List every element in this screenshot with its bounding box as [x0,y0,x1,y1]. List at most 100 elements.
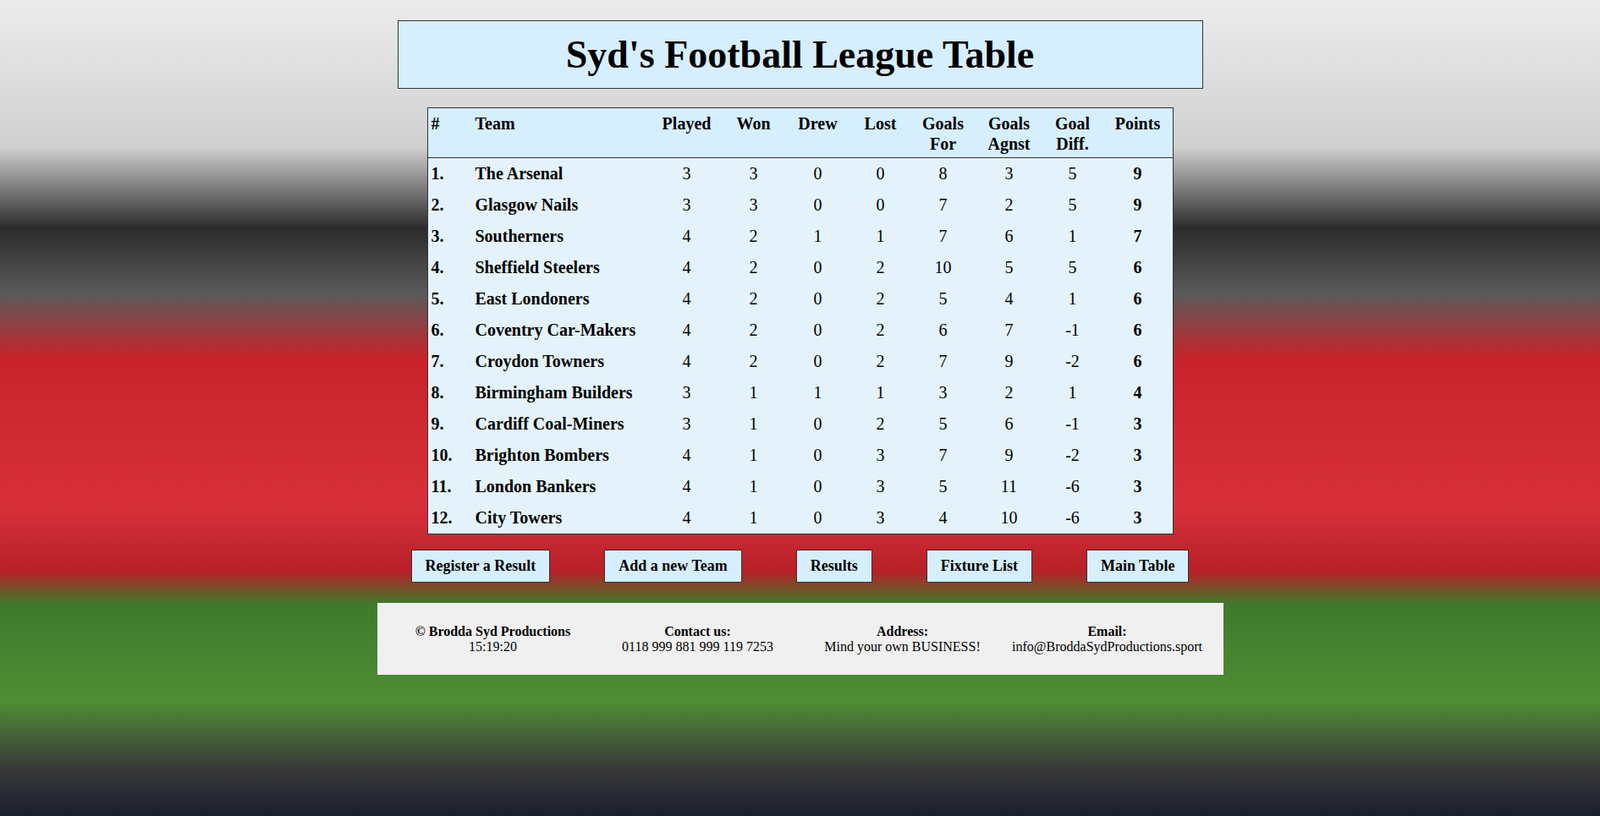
table-cell: 4 [651,220,723,253]
table-cell: 6. [427,314,473,347]
table-cell: Sheffield Steelers [472,252,652,284]
footer-value: 15:19:20 [468,639,517,655]
table-cell: 4 [976,283,1043,315]
table-cell: 2 [851,252,911,284]
nav-button[interactable]: Register a Result [411,549,551,583]
table-cell: 0 [851,189,911,221]
table-row: 6.Coventry Car-Makers420267-16 [427,314,1173,347]
table-cell: 6 [1103,346,1174,378]
table-row: 1.The Arsenal33008359 [427,158,1173,191]
table-cell: 4 [651,471,723,503]
table-cell: 0 [785,158,852,191]
table-cell: 1 [722,471,786,503]
table-row: 5.East Londoners42025416 [427,283,1173,315]
table-cell: 1 [785,377,852,409]
table-cell: 3 [722,158,786,191]
table-cell: 0 [851,158,911,191]
column-header: Team [472,108,652,159]
table-cell: 5. [427,283,473,315]
footer-label: © Brodda Syd Productions [415,624,571,640]
table-cell: Southerners [472,220,652,253]
table-cell: 1 [1042,283,1104,315]
footer-label: Email: [1087,624,1127,640]
table-cell: 5 [910,471,977,503]
table-cell: Brighton Bombers [472,439,652,472]
column-header: Points [1103,108,1174,159]
table-row: 7.Croydon Towners420279-26 [427,346,1173,378]
footer-label: Contact us: [664,624,732,640]
table-cell: 8. [427,377,473,409]
table-cell: 2 [722,314,786,347]
nav-button[interactable]: Add a new Team [604,549,743,583]
table-cell: 3 [1103,471,1174,503]
column-header: Played [651,108,723,159]
table-row: 4.Sheffield Steelers420210556 [427,252,1173,284]
table-cell: 7 [910,346,977,378]
table-cell: 3 [722,189,786,221]
table-cell: 7. [427,346,473,378]
table-row: 12.City Towers4103410-63 [427,502,1173,535]
column-header: Lost [851,108,911,159]
table-cell: 11. [427,471,473,503]
table-cell: 2 [976,377,1043,409]
table-cell: 2 [851,346,911,378]
table-cell: -1 [1042,408,1104,440]
table-cell: 9 [1103,189,1174,221]
page: Syd's Football League Table#TeamPlayedWo… [0,0,1600,816]
table-cell: 12. [427,502,473,535]
footer-item: Address:Mind your own BUSINESS! [800,624,1006,655]
table-cell: 1 [1042,220,1104,253]
table-cell: 2 [722,346,786,378]
table-cell: 2. [427,189,473,221]
table-body: 1.The Arsenal330083592.Glasgow Nails3300… [427,158,1173,535]
table-cell: 10 [910,252,977,284]
table-row: 10.Brighton Bombers410379-23 [427,439,1173,472]
table-cell: 0 [785,502,852,535]
table-cell: 3 [910,377,977,409]
table-cell: 9 [976,346,1043,378]
nav-bar: Register a Result Add a new Team Results Fi… [411,549,1190,583]
table-cell: 1 [722,408,786,440]
footer-label: Address: [876,624,929,640]
table-cell: 5 [976,252,1043,284]
table-cell: 9 [976,439,1043,472]
table-cell: 7 [976,314,1043,347]
table-cell: 0 [785,189,852,221]
footer-item: © Brodda Syd Productions15:19:20 [390,624,596,655]
footer-value: 0118 999 881 999 119 7253 [621,639,774,655]
nav-button[interactable]: Results [796,549,873,583]
table-cell: Cardiff Coal-Miners [472,408,652,440]
table-cell: 5 [1042,158,1104,191]
column-header: Goals Agnst [976,108,1043,159]
nav-button[interactable]: Fixture List [926,549,1033,583]
table-cell: 5 [910,408,977,440]
table-cell: Coventry Car-Makers [472,314,652,347]
table-cell: 0 [785,283,852,315]
table-cell: 1 [722,439,786,472]
header-row: #TeamPlayedWonDrewLostGoals ForGoals Agn… [427,108,1173,159]
table-cell: 9. [427,408,473,440]
table-cell: 4 [651,252,723,284]
table-cell: 3 [651,408,723,440]
table-cell: 11 [976,471,1043,503]
table-cell: Glasgow Nails [472,189,652,221]
table-cell: London Bankers [472,471,652,503]
table-cell: 0 [785,314,852,347]
table-cell: 10. [427,439,473,472]
table-cell: 2 [976,189,1043,221]
table-cell: 4 [651,314,723,347]
table-cell: City Towers [472,502,652,535]
table-cell: 7 [1103,220,1174,253]
table-cell: 2 [722,283,786,315]
table-cell: 7 [910,439,977,472]
column-header: Drew [785,108,852,159]
table-cell: 3 [1103,502,1174,535]
table-cell: 2 [851,314,911,347]
table-cell: East Londoners [472,283,652,315]
table-cell: 10 [976,502,1043,535]
table-cell: 4 [651,283,723,315]
table-cell: 4 [651,502,723,535]
nav-button[interactable]: Main Table [1086,549,1190,583]
table-cell: 0 [785,439,852,472]
table-cell: 4 [651,439,723,472]
